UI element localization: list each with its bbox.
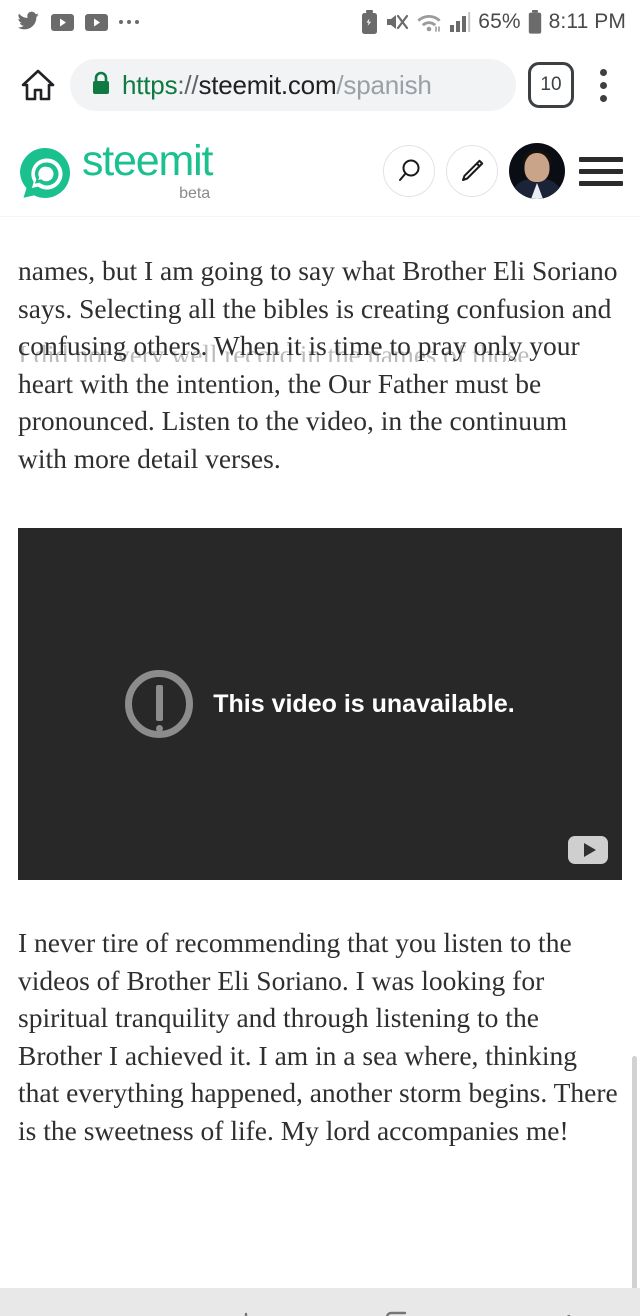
brand-name-label: steemit [82,137,213,185]
kebab-menu-icon[interactable] [580,59,626,111]
url-scheme: https [122,69,178,100]
steemit-site-header: steemit beta [0,126,640,216]
battery-saver-icon [361,10,378,34]
steemit-brand[interactable]: steemit beta [16,137,213,202]
avatar[interactable] [509,143,565,199]
url-omnibox[interactable]: https://steemit.com/spanish [70,59,516,111]
exclamation-circle-icon [125,670,194,738]
steemit-logo-icon [16,144,74,202]
home-icon[interactable] [10,57,66,113]
web-page-viewport[interactable]: I did not very well record in the names … [0,126,640,1288]
mute-icon [385,11,409,33]
android-nav-bar [0,1288,640,1316]
battery-icon [528,10,542,34]
browser-toolbar: https://steemit.com/spanish 10 [0,44,640,126]
header-actions [383,143,626,199]
post-content: names, but I am going to say what Brothe… [0,216,640,1288]
page-scrollbar[interactable] [632,1056,637,1288]
url-host: steemit.com [198,69,337,100]
url-separator: :// [177,69,199,100]
pencil-edit-icon[interactable] [446,145,498,197]
search-icon[interactable] [383,145,435,197]
lock-icon [90,70,112,101]
twitter-icon [16,10,40,34]
steemit-wordmark: steemit beta [82,137,213,202]
clock-label: 8:11 PM [548,10,626,33]
home-square-icon[interactable] [320,1309,480,1316]
post-paragraph-top: names, but I am going to say what Brothe… [18,255,618,474]
post-paragraph-bottom: I never tire of recommending that you li… [18,927,618,1146]
android-status-bar: 65% 8:11 PM [0,0,640,44]
back-arrow-icon[interactable] [480,1309,640,1316]
url-text: https://steemit.com/spanish [122,70,432,101]
youtube-icon [85,13,108,31]
youtube-icon [51,13,74,31]
overflow-dots-icon [119,20,139,24]
video-player[interactable]: This video is unavailable. [18,528,622,880]
wifi-icon [416,11,442,33]
tab-counter-button[interactable]: 10 [528,62,574,108]
signal-icon [449,11,471,33]
battery-percent-label: 65% [478,10,521,33]
video-unavailable-message: This video is unavailable. [213,689,515,718]
hamburger-menu-icon[interactable] [576,148,626,194]
avatar-face [524,152,550,182]
status-bar-system: 65% 8:11 PM [361,10,626,34]
url-path: /spanish [336,69,432,100]
brand-beta-label: beta [179,185,211,202]
youtube-play-icon[interactable] [568,836,608,864]
status-bar-notifications [16,10,139,34]
recents-icon[interactable] [160,1309,320,1316]
